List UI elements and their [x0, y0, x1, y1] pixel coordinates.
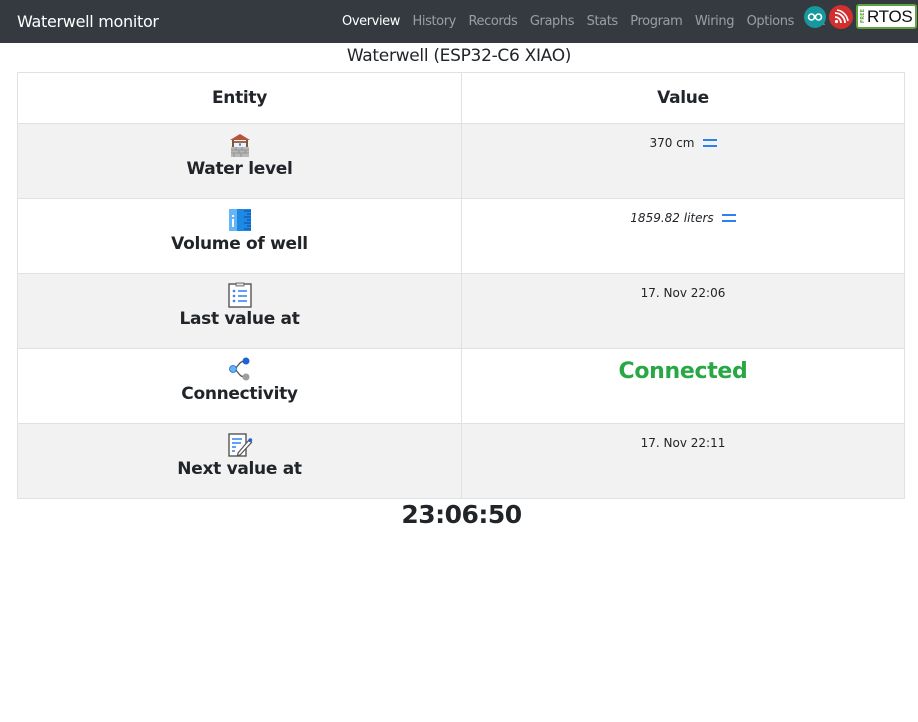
table-row: Volume of well 1859.82 liters	[17, 198, 905, 274]
entity-cell: Connectivity	[17, 348, 462, 424]
value-cell: 17. Nov 22:11	[461, 423, 905, 499]
brand-title[interactable]: Waterwell monitor	[17, 12, 159, 31]
connectivity-status: Connected	[618, 359, 748, 384]
entity-table: Entity Value Water level 370 cm Volume o…	[17, 72, 905, 499]
page-title: Waterwell (ESP32-C6 XIAO)	[346, 46, 572, 66]
table-row: Last value at 17. Nov 22:06	[17, 273, 905, 349]
nav-wiring[interactable]: Wiring	[695, 14, 735, 29]
entity-label: Next value at	[177, 459, 302, 479]
table-row: Connectivity Connected	[17, 348, 905, 424]
trend-steady-icon	[702, 138, 717, 147]
checklist-icon	[227, 282, 252, 308]
entity-label: Volume of well	[171, 234, 308, 254]
well-icon	[229, 134, 250, 157]
volume-icon	[228, 209, 251, 231]
platform-badges: FREE RTOS	[804, 4, 918, 29]
edit-note-icon	[227, 433, 252, 457]
trend-steady-icon	[721, 213, 736, 222]
entity-label: Water level	[186, 159, 293, 179]
next-value-time: 17. Nov 22:11	[640, 436, 726, 450]
connectivity-icon	[228, 357, 249, 381]
entity-label: Last value at	[179, 309, 300, 329]
nav-overview[interactable]: Overview	[342, 14, 400, 29]
nav-options[interactable]: Options	[747, 14, 795, 29]
column-header-entity: Entity	[17, 72, 462, 124]
entity-cell: Water level	[17, 123, 462, 199]
last-value-time: 17. Nov 22:06	[640, 286, 726, 300]
table-header-row: Entity Value	[17, 72, 905, 124]
value-cell: 370 cm	[461, 123, 905, 199]
espressif-logo-icon[interactable]	[829, 4, 853, 29]
volume-value: 1859.82 liters	[630, 211, 714, 225]
nav-program[interactable]: Program	[630, 14, 682, 29]
column-header-value: Value	[461, 72, 905, 124]
value-cell: Connected	[461, 348, 905, 424]
value-cell: 17. Nov 22:06	[461, 273, 905, 349]
entity-cell: Next value at	[17, 423, 462, 499]
entity-cell: Last value at	[17, 273, 462, 349]
arduino-logo-icon[interactable]	[804, 5, 826, 28]
entity-label: Connectivity	[181, 384, 298, 404]
value-cell: 1859.82 liters	[461, 198, 905, 274]
water-level-value: 370 cm	[649, 136, 695, 150]
current-time-clock: 23:06:50	[401, 500, 522, 529]
nav-menu: Overview History Records Graphs Stats Pr…	[342, 0, 837, 43]
table-row: Water level 370 cm	[17, 123, 905, 199]
nav-history[interactable]: History	[413, 14, 457, 29]
table-row: Next value at 17. Nov 22:11	[17, 423, 905, 499]
freertos-free-text: FREE	[860, 9, 866, 24]
entity-cell: Volume of well	[17, 198, 462, 274]
nav-graphs[interactable]: Graphs	[530, 14, 575, 29]
freertos-logo-icon[interactable]: FREE RTOS	[856, 4, 918, 29]
nav-records[interactable]: Records	[468, 14, 517, 29]
freertos-rtos-text: RTOS	[867, 6, 913, 26]
navbar: Waterwell monitor Overview History Recor…	[0, 0, 918, 43]
nav-stats[interactable]: Stats	[587, 14, 619, 29]
